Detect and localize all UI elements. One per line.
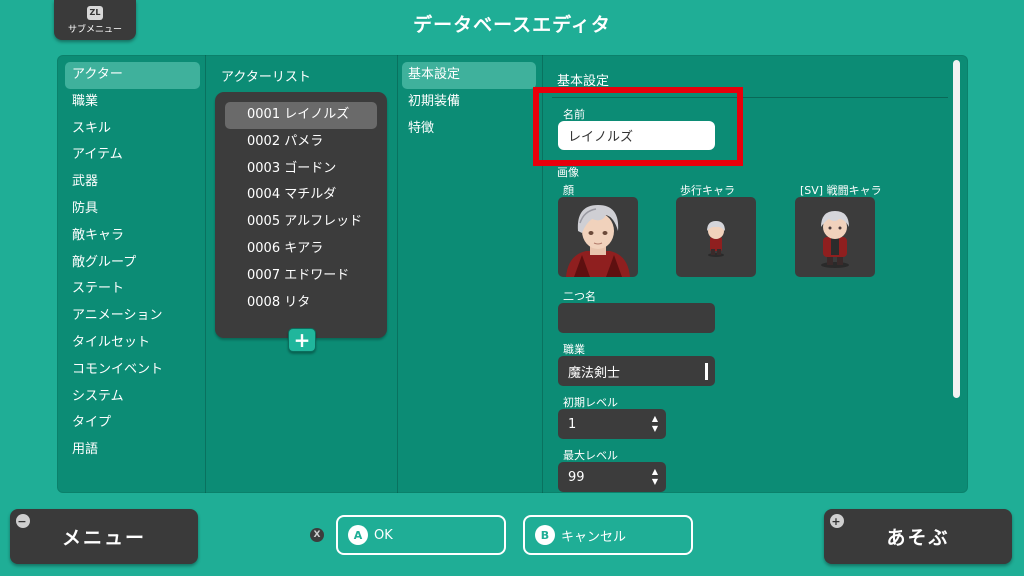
highlight-box xyxy=(533,87,743,166)
battle-sprite-label: [SV] 戦闘キャラ xyxy=(800,184,882,197)
class-value: 魔法剣士 xyxy=(568,365,621,381)
page-title: データベースエディタ xyxy=(413,14,611,36)
initial-level-value: 1 xyxy=(568,416,577,432)
play-button-label: あそぶ xyxy=(886,527,950,549)
category-item-skill[interactable]: スキル xyxy=(65,116,200,143)
actor-list-item[interactable]: 0007 エドワード xyxy=(225,263,377,290)
actor-list-item[interactable]: 0004 マチルダ xyxy=(225,182,377,209)
settings-tab-list: 基本設定 初期装備 特徴 xyxy=(402,62,536,142)
a-button-icon: A xyxy=(348,525,368,545)
category-item-system[interactable]: システム xyxy=(65,384,200,411)
actor-list-item[interactable]: 0005 アルフレッド xyxy=(225,209,377,236)
add-actor-button[interactable]: + xyxy=(288,328,316,352)
category-item-weapon[interactable]: 武器 xyxy=(65,169,200,196)
form-scrollbar[interactable] xyxy=(953,60,960,398)
category-item-armor[interactable]: 防具 xyxy=(65,196,200,223)
ok-button[interactable]: A OK xyxy=(336,515,506,555)
category-item-actor[interactable]: アクター xyxy=(65,62,200,89)
menu-button[interactable]: − メニュー xyxy=(10,509,198,564)
spin-arrows-icon[interactable]: ▲ ▼ xyxy=(652,467,658,487)
plus-icon: + xyxy=(293,328,311,352)
image-label: 画像 xyxy=(557,166,579,179)
category-item-enemy[interactable]: 敵キャラ xyxy=(65,223,200,250)
actor-list-item[interactable]: 0002 パメラ xyxy=(225,129,377,156)
walk-sprite-image xyxy=(707,221,725,257)
database-editor-panel: アクター 職業 スキル アイテム 武器 防具 敵キャラ 敵グループ ステート ア… xyxy=(57,55,968,493)
battle-sprite-image xyxy=(821,211,849,268)
dropdown-handle-icon xyxy=(705,363,708,380)
plus-button-icon: + xyxy=(830,514,844,528)
x-button-icon: X xyxy=(310,528,324,542)
initial-level-stepper[interactable]: 1 ▲ ▼ xyxy=(558,409,666,439)
b-button-icon: B xyxy=(535,525,555,545)
class-label: 職業 xyxy=(563,343,585,356)
category-list: アクター 職業 スキル アイテム 武器 防具 敵キャラ 敵グループ ステート ア… xyxy=(65,62,200,464)
nickname-input[interactable] xyxy=(558,303,715,333)
column-divider xyxy=(397,55,398,493)
max-level-value: 99 xyxy=(568,469,585,485)
category-item-troop[interactable]: 敵グループ xyxy=(65,250,200,277)
spin-arrows-icon[interactable]: ▲ ▼ xyxy=(652,414,658,434)
minus-button-icon: − xyxy=(16,514,30,528)
tab-traits[interactable]: 特徴 xyxy=(402,116,536,143)
cancel-button-label: キャンセル xyxy=(561,529,627,545)
walk-sprite-slot[interactable] xyxy=(676,197,756,277)
cancel-button[interactable]: B キャンセル xyxy=(523,515,693,555)
tab-initial-equipment[interactable]: 初期装備 xyxy=(402,89,536,116)
category-item-common-event[interactable]: コモンイベント xyxy=(65,357,200,384)
initial-level-label: 初期レベル xyxy=(563,396,618,409)
ok-button-label: OK xyxy=(374,527,393,543)
max-level-stepper[interactable]: 99 ▲ ▼ xyxy=(558,462,666,492)
face-portrait-image xyxy=(566,205,630,277)
menu-button-label: メニュー xyxy=(61,527,146,549)
category-item-tileset[interactable]: タイルセット xyxy=(65,330,200,357)
actor-list-item[interactable]: 0008 リタ xyxy=(225,290,377,317)
category-item-terms[interactable]: 用語 xyxy=(65,437,200,464)
max-level-label: 最大レベル xyxy=(563,449,618,462)
actor-list: 0001 レイノルズ 0002 パメラ 0003 ゴードン 0004 マチルダ … xyxy=(215,92,387,338)
play-button[interactable]: + あそぶ xyxy=(824,509,1012,564)
actor-list-item[interactable]: 0001 レイノルズ xyxy=(225,102,377,129)
category-item-item[interactable]: アイテム xyxy=(65,142,200,169)
actor-list-title: アクターリスト xyxy=(221,70,311,85)
class-select[interactable]: 魔法剣士 xyxy=(558,356,715,386)
actor-list-item[interactable]: 0003 ゴードン xyxy=(225,156,377,183)
nickname-label: 二つ名 xyxy=(563,290,596,303)
category-item-state[interactable]: ステート xyxy=(65,276,200,303)
walk-sprite-label: 歩行キャラ xyxy=(680,184,735,197)
category-item-type[interactable]: タイプ xyxy=(65,410,200,437)
category-item-class[interactable]: 職業 xyxy=(65,89,200,116)
actor-list-item[interactable]: 0006 キアラ xyxy=(225,236,377,263)
column-divider xyxy=(205,55,206,493)
face-image-slot[interactable] xyxy=(558,197,638,277)
category-item-animation[interactable]: アニメーション xyxy=(65,303,200,330)
battle-sprite-slot[interactable] xyxy=(795,197,875,277)
face-label: 顔 xyxy=(563,184,574,197)
tab-basic-settings[interactable]: 基本設定 xyxy=(402,62,536,89)
